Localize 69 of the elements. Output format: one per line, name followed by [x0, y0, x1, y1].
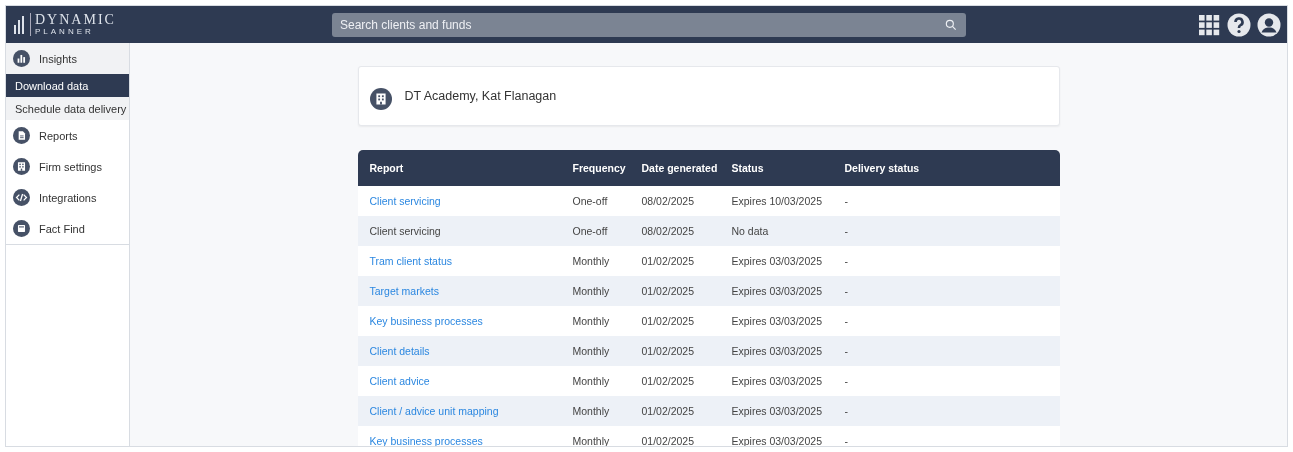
apps-grid-icon[interactable] — [1197, 12, 1221, 37]
code-icon — [13, 189, 30, 206]
user-avatar-icon[interactable] — [1257, 12, 1281, 37]
table-cell-text: Monthly — [572, 285, 611, 297]
table-cell-text: 01/02/2025 — [641, 435, 696, 446]
table-cell-text: Expires 03/03/2025 — [731, 405, 823, 417]
table-cell-text: - — [844, 225, 849, 237]
sidebar-item[interactable]: Fact Find — [6, 213, 129, 244]
table-cell-text: Monthly — [572, 375, 611, 387]
column-header: Status — [731, 162, 765, 174]
table-cell-text: 01/02/2025 — [641, 285, 696, 297]
table-cell-text: Monthly — [572, 345, 611, 357]
building-icon — [369, 88, 392, 110]
table-cell-text: One-off — [572, 195, 609, 207]
table-cell-text: One-off — [572, 225, 609, 237]
column-header: Date generated — [641, 162, 719, 174]
report-link[interactable]: Tram client status — [357, 255, 573, 267]
search-icon[interactable] — [944, 17, 958, 32]
report-link[interactable]: Client details — [357, 345, 573, 357]
sidebar-subitem[interactable]: Download data — [6, 74, 129, 97]
sidebar-item[interactable]: Reports — [6, 120, 129, 151]
table-cell-text: - — [844, 375, 849, 387]
search-field[interactable]: Search clients and funds — [332, 12, 966, 37]
sidebar-item[interactable]: Integrations — [6, 182, 129, 213]
table-cell-text: Monthly — [572, 255, 611, 267]
table-cell-text: Expires 10/03/2025 — [731, 195, 823, 207]
table-cell-text: 01/02/2025 — [641, 375, 696, 387]
logo-subtitle: PLANNER — [35, 27, 95, 36]
column-header: Delivery status — [844, 162, 921, 174]
form-icon — [13, 220, 30, 237]
sidebar-item[interactable]: Firm settings — [6, 151, 129, 182]
table-cell-text: Client servicing — [368, 225, 442, 237]
help-icon[interactable] — [1227, 12, 1251, 37]
table-cell-text: 08/02/2025 — [641, 195, 696, 207]
table-cell-text: - — [844, 285, 849, 297]
document-icon — [13, 127, 30, 144]
report-link[interactable]: Client servicing — [357, 195, 573, 207]
sidebar-item[interactable]: Insights — [6, 43, 129, 74]
report-link[interactable]: Target markets — [357, 285, 573, 297]
sidebar-subitem[interactable]: Schedule data delivery — [6, 97, 129, 120]
column-header: Frequency — [572, 162, 627, 174]
table-cell-text: Expires 03/03/2025 — [731, 345, 823, 357]
table-cell-text: - — [844, 255, 849, 267]
report-link[interactable]: Client / advice unit mapping — [357, 405, 573, 417]
table-cell-text: Expires 03/03/2025 — [731, 315, 823, 327]
table-cell-text: 01/02/2025 — [641, 315, 696, 327]
column-header: Report — [368, 162, 405, 174]
logo-bars-icon — [12, 13, 26, 36]
report-link[interactable]: Key business processes — [357, 315, 573, 327]
table-cell-text: - — [844, 435, 849, 446]
table-cell-text: Monthly — [572, 315, 611, 327]
table-cell-text: 01/02/2025 — [641, 345, 696, 357]
table-cell-text: Expires 03/03/2025 — [731, 375, 823, 387]
table-cell-text: Expires 03/03/2025 — [731, 255, 823, 267]
table-cell-text: - — [844, 315, 849, 327]
building-icon — [13, 158, 30, 175]
table-cell-text: - — [844, 405, 849, 417]
report-link[interactable]: Client advice — [357, 375, 573, 387]
table-cell-text: 08/02/2025 — [641, 225, 696, 237]
table-cell-text: 01/02/2025 — [641, 255, 696, 267]
table-cell-text: No data — [731, 225, 770, 237]
table-cell-text: - — [844, 345, 849, 357]
logo-wordmark: DYNAMIC — [35, 13, 116, 27]
bar-chart-icon — [13, 50, 30, 67]
client-name: DT Academy, Kat Flanagan — [404, 89, 557, 103]
table-cell-text: - — [844, 195, 849, 207]
table-cell-text: Monthly — [572, 405, 611, 417]
table-cell-text: 01/02/2025 — [641, 405, 696, 417]
table-cell-text: Expires 03/03/2025 — [731, 285, 823, 297]
